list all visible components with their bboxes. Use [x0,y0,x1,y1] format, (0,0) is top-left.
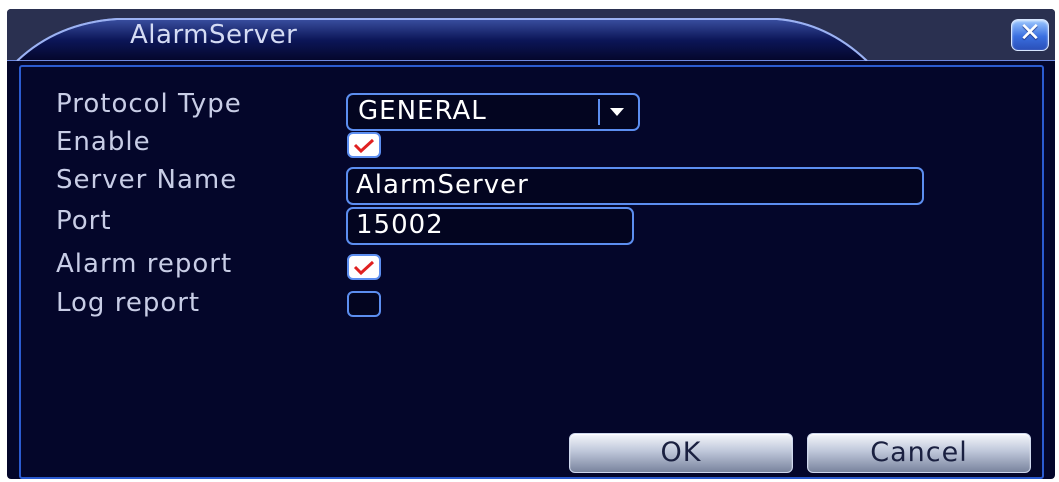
enable-label: Enable [56,127,151,157]
select-divider [598,99,600,125]
cancel-button[interactable]: Cancel [807,433,1031,473]
alarm-report-label: Alarm report [56,249,233,279]
title-bar: AlarmServer ✕ [7,9,1055,61]
cancel-button-label: Cancel [870,437,968,468]
server-name-input[interactable]: AlarmServer [346,167,924,205]
chevron-down-icon [610,108,624,116]
alarm-report-checkbox[interactable] [347,254,381,280]
port-value: 15002 [356,210,444,240]
ok-button-label: OK [660,437,702,468]
dialog-title: AlarmServer [130,20,298,50]
ok-button[interactable]: OK [569,433,793,473]
checkmark-icon [353,138,375,153]
alarm-server-dialog: AlarmServer ✕ Protocol Type GENERAL Enab… [7,9,1055,479]
log-report-label: Log report [56,288,201,318]
server-name-value: AlarmServer [356,170,529,200]
server-name-label: Server Name [56,165,238,195]
log-report-checkbox[interactable] [347,291,381,317]
enable-checkbox[interactable] [347,132,381,158]
protocol-type-select[interactable]: GENERAL [346,93,640,131]
checkmark-icon [353,260,375,275]
protocol-type-label: Protocol Type [56,89,242,119]
close-button[interactable]: ✕ [1011,18,1049,51]
close-icon: ✕ [1019,18,1041,48]
port-input[interactable]: 15002 [346,207,634,245]
protocol-type-value: GENERAL [358,96,487,126]
port-label: Port [56,206,112,236]
